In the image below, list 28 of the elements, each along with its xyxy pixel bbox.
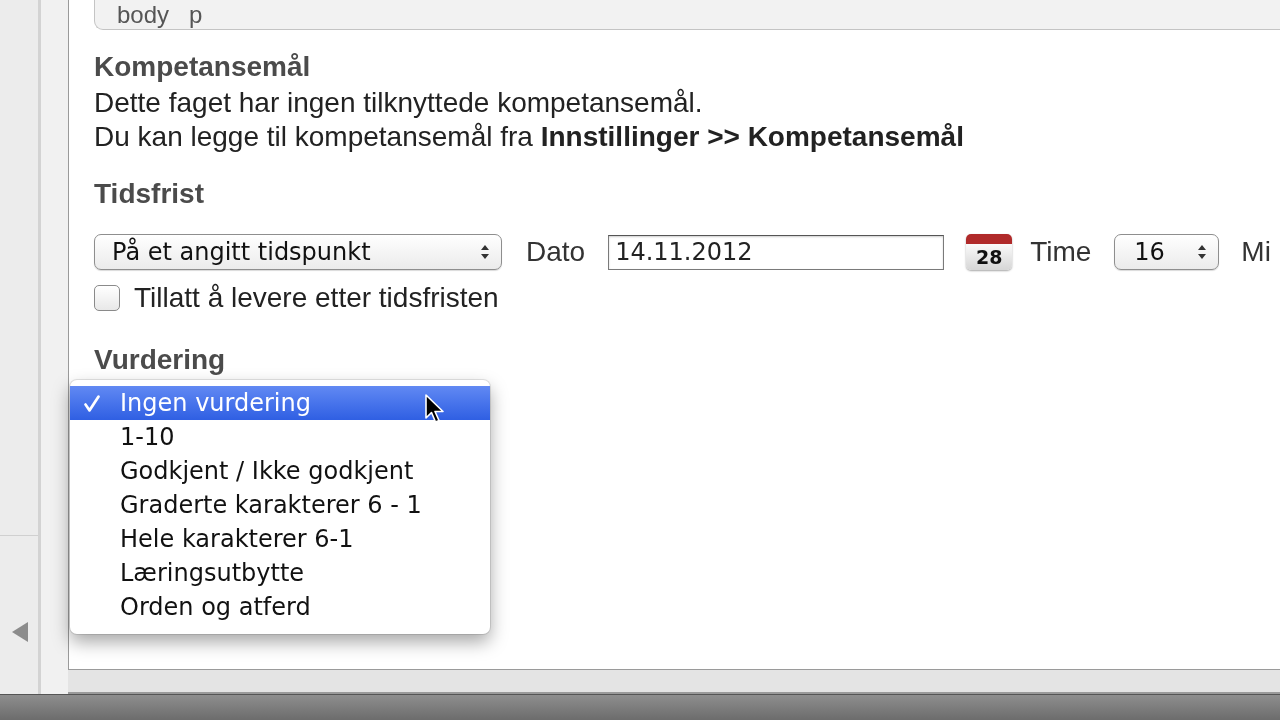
- field-label: Mi: [1241, 235, 1271, 269]
- check-icon: [84, 394, 100, 412]
- left-arrow-icon[interactable]: [12, 622, 28, 642]
- checkbox-label: Tillatt å levere etter tidsfristen: [134, 281, 499, 315]
- menu-item[interactable]: Graderte karakterer 6 - 1: [70, 488, 490, 522]
- menu-item[interactable]: Godkjent / Ikke godkjent: [70, 454, 490, 488]
- field-label: Dato: [526, 235, 586, 269]
- menu-item[interactable]: Hele karakterer 6-1: [70, 522, 490, 556]
- deadline-type-select[interactable]: På et angitt tidspunkt: [94, 234, 502, 270]
- menu-item[interactable]: Ingen vurdering: [70, 386, 490, 420]
- info-text: Dette faget har ingen tilknyttede kompetansemål.: [94, 86, 704, 120]
- updown-arrows-icon: [1197, 244, 1208, 260]
- date-field[interactable]: 14.11.2012: [608, 234, 945, 270]
- hour-select[interactable]: 16: [1114, 234, 1220, 270]
- section-heading: Tidsfrist: [94, 177, 205, 211]
- mouse-pointer-icon: [425, 394, 445, 424]
- calendar-button[interactable]: 28: [966, 234, 1013, 270]
- menu-item[interactable]: Læringsutbytte: [70, 556, 490, 590]
- menu-item[interactable]: 1-10: [70, 420, 490, 454]
- section-heading: Vurdering: [94, 343, 227, 377]
- path-item[interactable]: body: [117, 1, 170, 29]
- section-heading: Kompetansemål: [94, 50, 312, 84]
- path-item[interactable]: p: [189, 1, 203, 29]
- info-text: Du kan legge til kompetansemål fra Innstillinger >> Kompetansemål: [94, 120, 965, 154]
- field-label: Time: [1030, 235, 1092, 269]
- menu-item[interactable]: Orden og atferd: [70, 590, 490, 624]
- checkbox[interactable]: [94, 285, 120, 311]
- updown-arrows-icon: [480, 244, 490, 260]
